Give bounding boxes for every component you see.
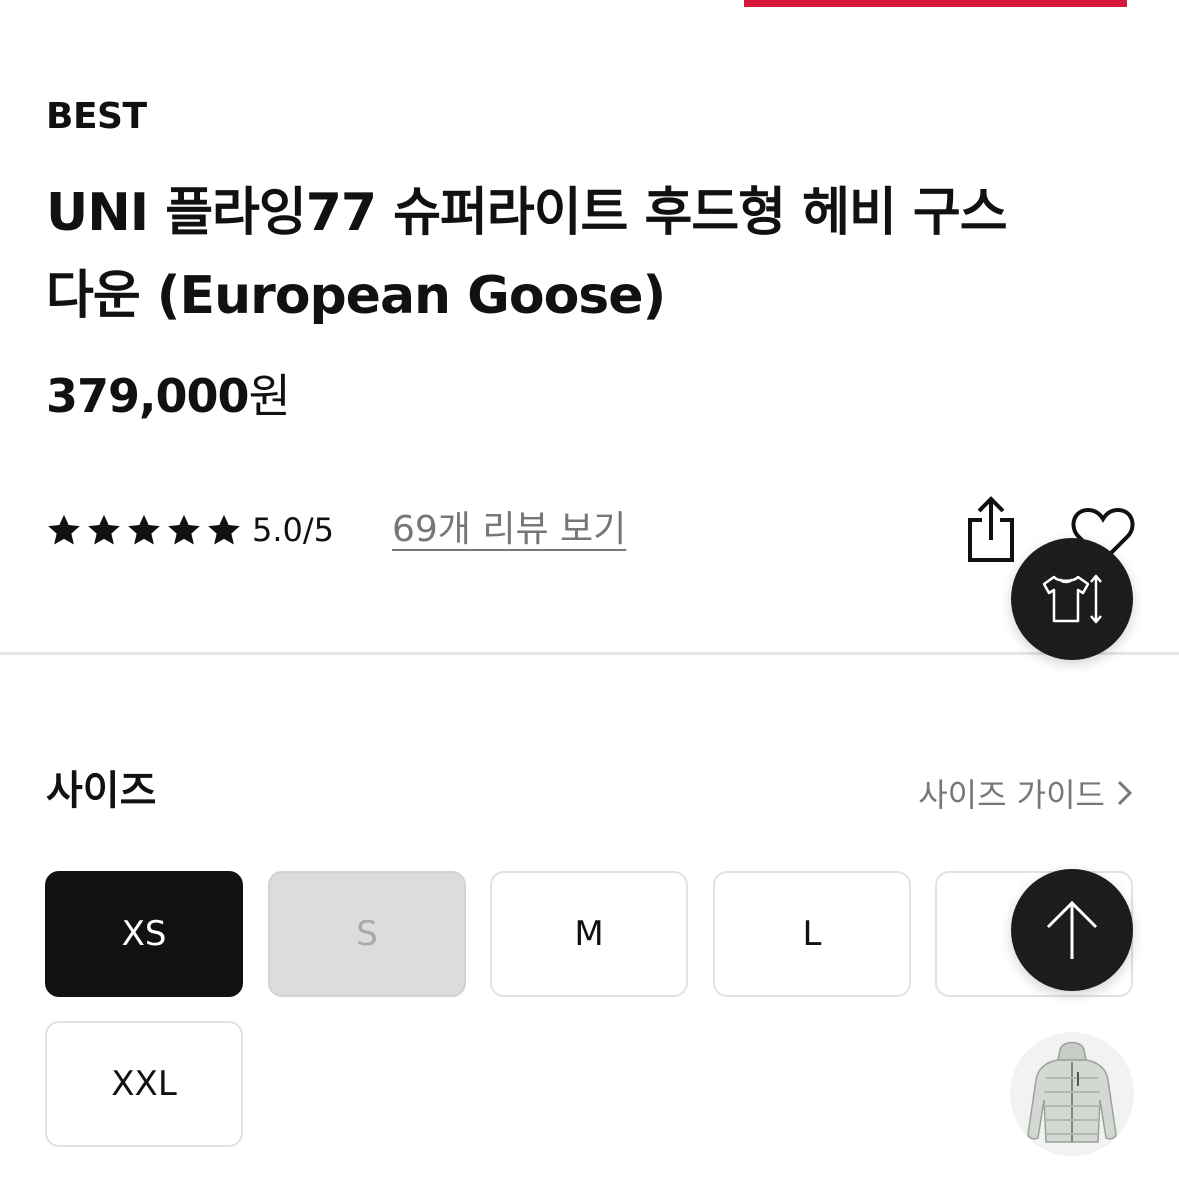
price-unit: 원	[248, 369, 291, 423]
rating-score: 5.0/5	[252, 511, 335, 549]
section-divider	[0, 652, 1179, 655]
star-icon	[208, 514, 240, 545]
size-heading: 사이즈	[46, 768, 157, 814]
size-option-xs[interactable]: XS	[45, 871, 243, 997]
size-guide-label: 사이즈 가이드	[918, 776, 1105, 814]
size-fit-floating-button[interactable]	[1011, 538, 1133, 660]
price-number: 379,000	[46, 369, 250, 423]
top-accent-bar	[744, 0, 1127, 7]
shirt-resize-icon	[1042, 574, 1102, 624]
share-icon	[968, 496, 1014, 562]
size-option-s[interactable]: S	[268, 871, 466, 997]
rating-row: 5.0/5	[46, 500, 334, 560]
size-option-m[interactable]: M	[490, 871, 688, 997]
product-thumbnail-button[interactable]	[1010, 1032, 1134, 1156]
size-guide-link[interactable]: 사이즈 가이드	[918, 770, 1135, 816]
arrow-up-icon	[1046, 900, 1098, 959]
star-icon	[168, 514, 200, 545]
size-option-l[interactable]: L	[713, 871, 911, 997]
product-price: 379,000원	[46, 360, 291, 426]
star-icon	[88, 514, 120, 545]
best-badge: BEST	[46, 96, 147, 137]
chevron-right-icon	[1117, 780, 1133, 806]
scroll-to-top-button[interactable]	[1011, 869, 1133, 991]
product-title: UNI 플라잉77 슈퍼라이트 후드형 헤비 구스다운 (European Go…	[46, 183, 1008, 326]
down-jacket-thumbnail	[1027, 1041, 1117, 1143]
star-icon	[128, 514, 160, 545]
view-reviews-link[interactable]: 69개 리뷰 보기	[392, 500, 626, 552]
size-option-xxl[interactable]: XXL	[45, 1021, 243, 1147]
share-button[interactable]	[962, 496, 1020, 564]
star-rating	[46, 512, 242, 548]
star-icon	[48, 514, 80, 545]
